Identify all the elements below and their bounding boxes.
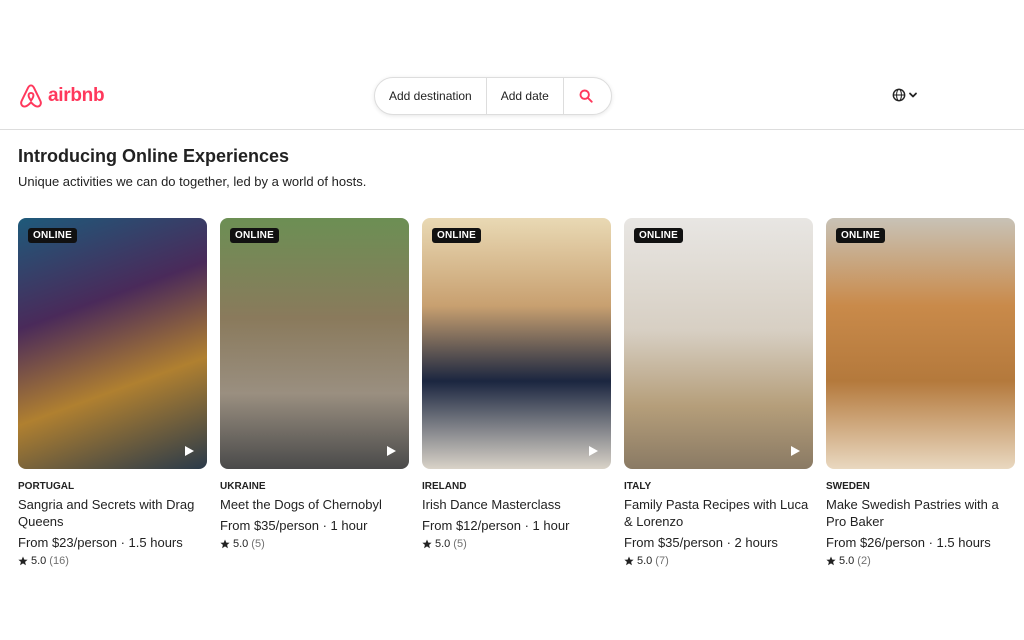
page-subtitle: Unique activities we can do together, le… (18, 174, 367, 189)
rating: 5.0 (16) (18, 555, 207, 567)
experience-title[interactable]: Irish Dance Masterclass (422, 496, 611, 513)
country-label: IRELAND (422, 481, 467, 492)
airbnb-logo-icon (20, 84, 42, 108)
online-badge: ONLINE (28, 228, 77, 243)
review-count: (5) (453, 538, 467, 550)
online-badge: ONLINE (634, 228, 683, 243)
experience-price: From $35/person · 2 hours (624, 535, 778, 550)
experience-image[interactable]: ONLINE (220, 218, 409, 469)
experience-card-ireland[interactable]: ONLINE IRELAND Irish Dance Masterclass F… (422, 218, 611, 567)
country-label: UKRAINE (220, 481, 266, 492)
online-badge: ONLINE (432, 228, 481, 243)
review-count: (16) (49, 555, 69, 567)
rating-value: 5.0 (233, 538, 249, 550)
rating: 5.0 (2) (826, 555, 1015, 567)
globe-icon (892, 88, 906, 102)
airbnb-logo[interactable]: airbnb (18, 82, 105, 110)
play-icon[interactable] (587, 445, 599, 457)
rating: 5.0 (7) (624, 555, 813, 567)
experience-price: From $26/person · 1.5 hours (826, 535, 991, 550)
experience-title[interactable]: Meet the Dogs of Chernobyl (220, 496, 409, 513)
star-icon (422, 539, 432, 549)
rating: 5.0 (5) (422, 538, 611, 550)
experience-image[interactable]: ONLINE (624, 218, 813, 469)
country-label: ITALY (624, 481, 652, 492)
review-count: (2) (857, 555, 871, 567)
search-button[interactable] (564, 78, 608, 114)
header: airbnb Add destination Add date (0, 68, 1024, 130)
online-badge: ONLINE (836, 228, 885, 243)
chevron-down-icon (909, 92, 917, 98)
star-icon (220, 539, 230, 549)
rating-value: 5.0 (839, 555, 855, 567)
experience-card-portugal[interactable]: ONLINE PORTUGAL Sangria and Secrets with… (18, 218, 207, 567)
experience-cards: ONLINE PORTUGAL Sangria and Secrets with… (18, 218, 1015, 567)
online-badge: ONLINE (230, 228, 279, 243)
play-icon[interactable] (789, 445, 801, 457)
star-icon (18, 556, 28, 566)
experience-card-ukraine[interactable]: ONLINE UKRAINE Meet the Dogs of Chernoby… (220, 218, 409, 567)
experience-price: From $35/person · 1 hour (220, 518, 368, 533)
country-label: PORTUGAL (18, 481, 75, 492)
experience-card-italy[interactable]: ONLINE ITALY Family Pasta Recipes with L… (624, 218, 813, 567)
review-count: (7) (655, 555, 669, 567)
page-title: Introducing Online Experiences (18, 146, 290, 166)
experience-price: From $23/person · 1.5 hours (18, 535, 183, 550)
rating-value: 5.0 (31, 555, 47, 567)
language-selector[interactable] (892, 88, 918, 102)
experience-title[interactable]: Make Swedish Pastries with a Pro Baker (826, 496, 1015, 530)
star-icon (624, 556, 634, 566)
star-icon (826, 556, 836, 566)
search-bar: Add destination Add date (374, 77, 612, 115)
logo-text: airbnb (48, 85, 105, 106)
country-label: SWEDEN (826, 481, 870, 492)
play-icon[interactable] (183, 445, 195, 457)
review-count: (5) (251, 538, 265, 550)
experience-title[interactable]: Family Pasta Recipes with Luca & Lorenzo (624, 496, 813, 530)
play-icon[interactable] (385, 445, 397, 457)
experience-price: From $12/person · 1 hour (422, 518, 570, 533)
add-destination-button[interactable]: Add destination (375, 78, 487, 114)
rating: 5.0 (5) (220, 538, 409, 550)
experience-image[interactable]: ONLINE (826, 218, 1015, 469)
add-date-button[interactable]: Add date (487, 78, 564, 114)
experience-card-sweden[interactable]: ONLINE SWEDEN Make Swedish Pastries with… (826, 218, 1015, 567)
experience-image[interactable]: ONLINE (18, 218, 207, 469)
experience-image[interactable]: ONLINE (422, 218, 611, 469)
search-icon (579, 89, 593, 103)
rating-value: 5.0 (435, 538, 451, 550)
experience-title[interactable]: Sangria and Secrets with Drag Queens (18, 496, 207, 530)
rating-value: 5.0 (637, 555, 653, 567)
